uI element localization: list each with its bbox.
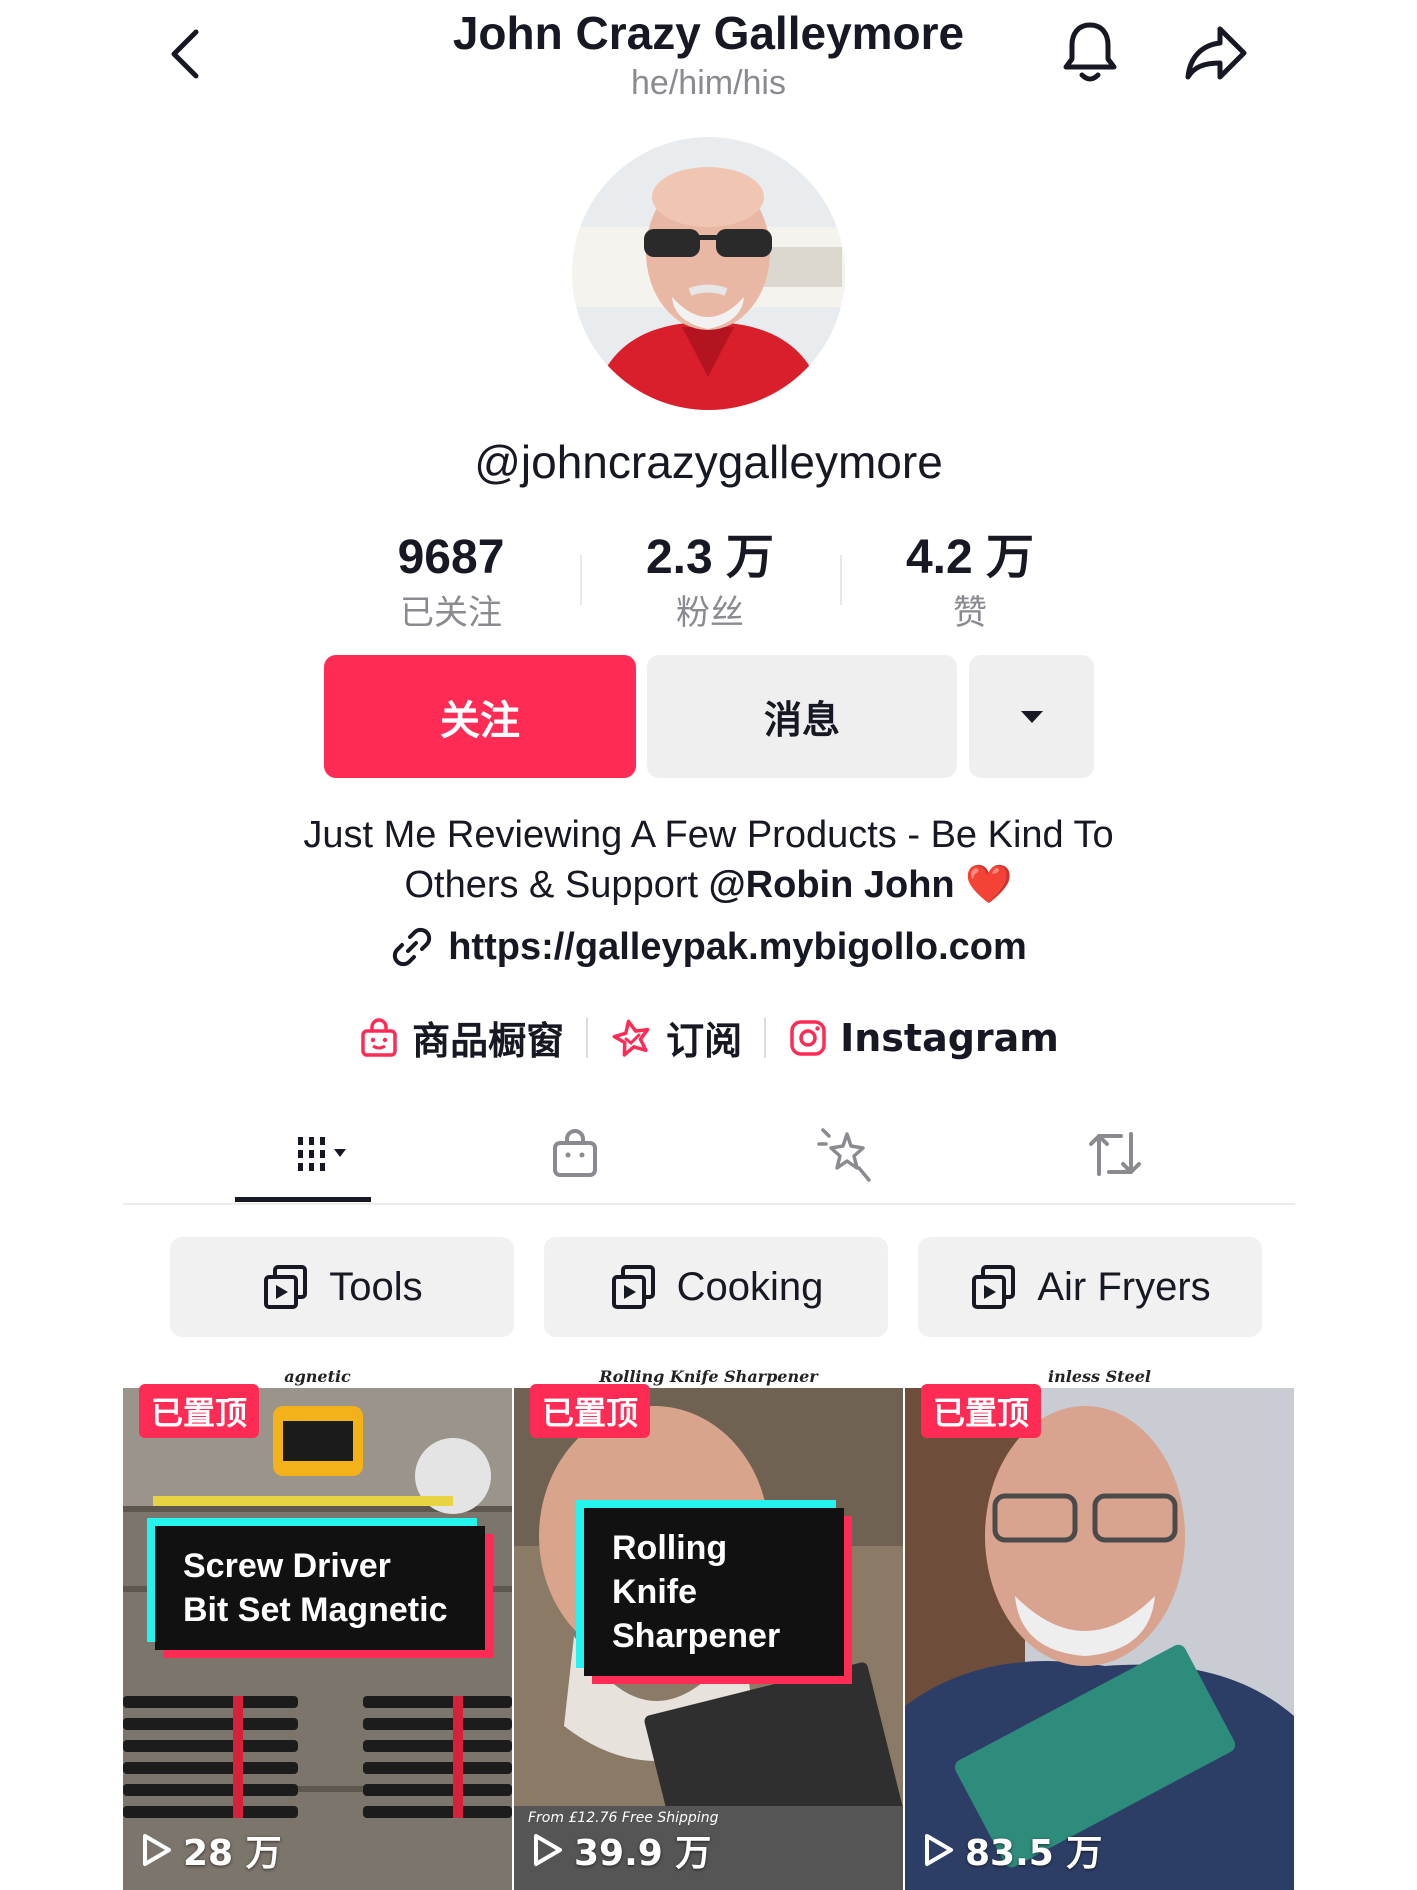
message-button[interactable]: 消息 (647, 655, 957, 778)
video-caption-line: Sharpener (612, 1617, 781, 1655)
tab-reposts[interactable] (1040, 1110, 1190, 1198)
play-count: 83.5 万 (923, 1824, 1102, 1876)
playlist-tools[interactable]: Tools (170, 1237, 514, 1337)
back-button[interactable] (160, 18, 210, 90)
tab-divider (123, 1203, 1295, 1205)
likes-count: 4.2 万 (905, 531, 1035, 584)
repost-icon (1089, 1132, 1141, 1176)
play-count-value: 28 万 (183, 1833, 282, 1874)
sparkle-icon (817, 1128, 871, 1182)
profile-link-url: https://galleypak.mybigollo.com (448, 925, 1027, 968)
followers-stat[interactable]: 2.3 万 粉丝 (610, 528, 810, 638)
video-thumbnail-image (905, 1366, 1294, 1890)
bio-line-2: Others & Support @Robin John ❤️ (200, 860, 1217, 910)
notification-button[interactable] (1058, 16, 1122, 88)
playlist-label: Tools (329, 1264, 423, 1309)
subscription-chip-label: 订阅 (666, 1019, 743, 1063)
pronouns: he/him/his (631, 64, 786, 102)
chip-divider (586, 1017, 589, 1058)
stat-divider (580, 555, 582, 605)
bio: Just Me Reviewing A Few Products - Be Ki… (200, 810, 1217, 910)
following-label: 已关注 (400, 593, 502, 633)
profile-title: John Crazy Galleymore (452, 7, 965, 59)
play-icon (534, 1834, 562, 1866)
share-arrow-icon (1185, 26, 1247, 80)
caret-down-icon (1020, 710, 1043, 723)
shop-chip-label: 商品橱窗 (412, 1019, 565, 1063)
tab-favorites[interactable] (770, 1110, 920, 1198)
instagram-icon (790, 1019, 826, 1056)
grid-icon (298, 1137, 346, 1171)
play-count: 28 万 (141, 1824, 282, 1876)
subscription-star-icon (612, 1019, 650, 1057)
chevron-left-icon (171, 29, 199, 79)
heart-emoji: ❤️ (965, 864, 1013, 906)
play-icon (143, 1834, 171, 1866)
active-tab-indicator (235, 1197, 371, 1202)
followers-count: 2.3 万 (645, 531, 775, 584)
shopping-bag-icon (553, 1129, 597, 1177)
followers-label: 粉丝 (676, 593, 744, 633)
shop-chip[interactable]: 商品橱窗 (358, 1010, 564, 1065)
avatar[interactable] (572, 137, 845, 410)
playlist-icon (611, 1265, 655, 1309)
bio-mention-link[interactable]: @Robin John (709, 864, 955, 906)
play-count-value: 39.9 万 (574, 1833, 712, 1874)
video-caption: Rolling Knife Sharpener (584, 1508, 844, 1676)
pinned-badge: 已置顶 (530, 1384, 651, 1438)
profile-link[interactable]: https://galleypak.mybigollo.com (200, 925, 1217, 969)
follow-button[interactable]: 关注 (324, 655, 636, 778)
bio-text: Others & Support (404, 864, 709, 906)
pinned-badge: 已置顶 (139, 1384, 260, 1438)
bio-line-1: Just Me Reviewing A Few Products - Be Ki… (303, 814, 1114, 856)
stat-divider (840, 555, 842, 605)
likes-stat[interactable]: 4.2 万 赞 (870, 528, 1070, 638)
video-thumbnail-2[interactable]: Rolling Knife Sharpener 已置顶 Rolling Knif… (514, 1366, 903, 1890)
subscription-chip[interactable]: 订阅 (610, 1010, 742, 1065)
instagram-chip[interactable]: Instagram (788, 1016, 1059, 1060)
playlist-label: Cooking (676, 1264, 824, 1309)
username: @johncrazygalleymore (474, 436, 943, 488)
tab-shop[interactable] (500, 1110, 650, 1198)
video-caption: Screw Driver Bit Set Magnetic (155, 1526, 485, 1650)
video-caption-line: Rolling Knife (612, 1529, 728, 1611)
following-stat[interactable]: 9687 已关注 (351, 528, 551, 638)
link-icon (393, 927, 432, 967)
playlist-cooking[interactable]: Cooking (544, 1237, 888, 1337)
video-thumbnail-1[interactable]: agnetic 已置顶 Screw Driver Bit Set Magneti… (123, 1366, 512, 1890)
avatar-photo (572, 137, 845, 410)
video-caption-line: Bit Set Magnetic (183, 1591, 448, 1629)
instagram-chip-label: Instagram (840, 1015, 1059, 1060)
playlist-icon (264, 1265, 308, 1309)
play-icon (925, 1834, 953, 1866)
share-button[interactable] (1180, 18, 1252, 88)
play-count: 39.9 万 (532, 1824, 711, 1876)
profile-chips: 商品橱窗 订阅 Instagram (200, 1010, 1217, 1065)
playlist-icon (972, 1265, 1016, 1309)
playlist-label: Air Fryers (1037, 1264, 1211, 1309)
bell-icon (1063, 22, 1117, 82)
more-dropdown-button[interactable] (969, 655, 1094, 778)
pinned-badge: 已置顶 (921, 1384, 1042, 1438)
following-count: 9687 (397, 531, 505, 584)
play-count-value: 83.5 万 (965, 1833, 1103, 1874)
chip-divider (764, 1017, 767, 1058)
video-thumbnail-3[interactable]: inless Steel 已置顶 83.5 万 (905, 1366, 1294, 1890)
likes-label: 赞 (953, 593, 987, 633)
tab-videos[interactable] (228, 1110, 378, 1198)
shop-bag-icon (361, 1017, 397, 1057)
video-caption-line: Screw Driver (183, 1547, 391, 1585)
playlist-air-fryers[interactable]: Air Fryers (918, 1237, 1262, 1337)
